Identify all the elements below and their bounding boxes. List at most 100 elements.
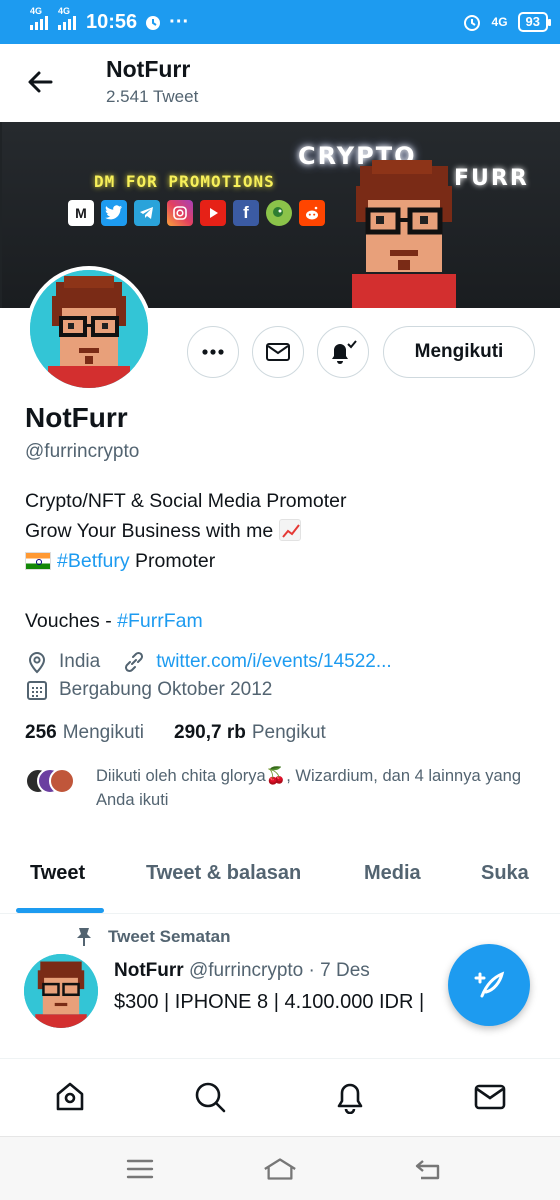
- compose-tweet-button[interactable]: [448, 944, 530, 1026]
- profile-stats: 256 Mengikuti 290,7 rb Pengikut: [25, 722, 326, 744]
- profile-handle: @furrincrypto: [25, 441, 140, 462]
- network-type-1: 4G: [30, 6, 43, 16]
- profile-header-bar: NotFurr 2.541 Tweet: [0, 44, 560, 122]
- tweet-avatar-image: [24, 954, 98, 1028]
- coinmarketcap-icon: M: [68, 200, 94, 226]
- banner-character-image: [352, 160, 456, 308]
- alarm-icon: [143, 12, 163, 32]
- tab-tweets-and-replies[interactable]: Tweet & balasan: [146, 862, 301, 885]
- following-label: Mengikuti: [62, 722, 145, 743]
- profile-bio: Crypto/NFT & Social Media Promoter Grow …: [25, 486, 347, 636]
- chart-increasing-emoji-icon: [279, 519, 302, 541]
- bio-line-4: Vouches - #FurrFam: [25, 606, 347, 636]
- system-home-button[interactable]: [262, 1153, 298, 1185]
- status-right: 4G 93: [462, 12, 552, 32]
- search-icon: [195, 1082, 226, 1113]
- signal-icon-1: 4G: [30, 6, 48, 30]
- instagram-icon: [167, 200, 193, 226]
- profile-website-link[interactable]: twitter.com/i/events/14522...: [156, 651, 392, 673]
- followers-label: Pengikut: [251, 722, 326, 743]
- messages-mail-icon: [474, 1084, 506, 1110]
- avatar-image: [30, 270, 148, 388]
- twitter-icon: [101, 200, 127, 226]
- mail-icon: [266, 343, 290, 361]
- youtube-icon: [200, 200, 226, 226]
- status-bar: 4G 4G 10:56 ··· 4G 93: [0, 0, 560, 44]
- nav-messages-button[interactable]: [470, 1077, 510, 1117]
- alarm-clock-icon: [462, 12, 482, 32]
- more-dots-icon: [202, 349, 224, 355]
- battery-level: 93: [517, 12, 552, 32]
- tweet-separator: ·: [308, 960, 315, 981]
- location-pin-icon: [25, 650, 49, 674]
- clock: 10:56: [86, 10, 138, 33]
- tweet-header: NotFurr @furrincrypto · 7 Des: [114, 960, 370, 982]
- nav-notifications-button[interactable]: [330, 1077, 370, 1117]
- nav-home-button[interactable]: [50, 1077, 90, 1117]
- followed-by-text: Diikuti oleh chita glorya🍒, Wizardium, d…: [96, 767, 521, 809]
- tweet-author-avatar[interactable]: [24, 954, 98, 1028]
- bio-line-2-text: Grow Your Business with me: [25, 520, 274, 542]
- system-navigation-bar: [0, 1136, 560, 1200]
- notifications-toggle-button[interactable]: [317, 326, 369, 378]
- home-icon: [56, 1082, 84, 1111]
- pinned-label-text: Tweet Sematan: [108, 927, 231, 946]
- banner-promo-text: DM FOR PROMOTIONS: [94, 172, 275, 191]
- tweet-text[interactable]: $300 | IPHONE 8 | 4.100.000 IDR |: [114, 991, 424, 1014]
- bio-line-3-text: Promoter: [129, 550, 216, 572]
- bio-line-4-text: Vouches -: [25, 610, 118, 632]
- profile-joined-date: Bergabung Oktober 2012: [59, 679, 273, 700]
- tab-media[interactable]: Media: [364, 862, 421, 885]
- calendar-icon: [25, 678, 49, 702]
- profile-joined-row: Bergabung Oktober 2012: [25, 678, 272, 702]
- bio-line-1: Crypto/NFT & Social Media Promoter: [25, 490, 347, 512]
- tweet-author-handle: @furrincrypto: [188, 960, 304, 981]
- tweet-date: 7 Des: [320, 960, 370, 981]
- tab-tweet[interactable]: Tweet: [30, 862, 85, 885]
- bottom-navigation: [0, 1058, 560, 1136]
- tab-likes[interactable]: Suka: [481, 862, 529, 885]
- home-outline-icon: [264, 1158, 296, 1180]
- banner-social-icons: M f: [68, 200, 325, 226]
- hashtag-furrfam-link[interactable]: #FurrFam: [117, 610, 203, 632]
- back-button[interactable]: [24, 66, 56, 98]
- profile-tabs: Tweet Tweet & balasan Media Suka: [0, 846, 560, 914]
- nav-search-button[interactable]: [190, 1077, 230, 1117]
- bio-line-2: Grow Your Business with me: [25, 516, 347, 546]
- telegram-icon: [134, 200, 160, 226]
- pinned-tweet-label: Tweet Sematan: [74, 926, 231, 948]
- bio-line-3: #Betfury Promoter: [25, 546, 347, 576]
- signal-icon-2: 4G: [58, 6, 76, 30]
- network-type-right: 4G: [491, 15, 508, 29]
- follower-avatar-3: [49, 768, 75, 794]
- parrot-icon: [266, 200, 292, 226]
- menu-icon: [126, 1159, 154, 1179]
- tweet-author-name[interactable]: NotFurr: [114, 960, 184, 981]
- message-button[interactable]: [252, 326, 304, 378]
- india-flag-icon: [25, 552, 51, 570]
- profile-name: NotFurr: [25, 402, 128, 433]
- link-icon: [122, 650, 146, 674]
- system-menu-button[interactable]: [122, 1153, 158, 1185]
- following-button[interactable]: Mengikuti: [383, 326, 535, 378]
- hashtag-betfury-link[interactable]: #Betfury: [57, 550, 130, 572]
- facebook-icon: f: [233, 200, 259, 226]
- more-options-button[interactable]: [187, 326, 239, 378]
- arrow-left-icon: [28, 71, 53, 93]
- back-icon: [415, 1160, 440, 1180]
- profile-location: India: [59, 651, 101, 672]
- header-tweet-count: 2.541 Tweet: [106, 87, 199, 106]
- compose-tweet-icon: [474, 971, 505, 998]
- status-left: 4G 4G 10:56 ···: [30, 6, 189, 34]
- followers-stat-link[interactable]: 290,7 rb Pengikut: [174, 722, 326, 744]
- system-back-button[interactable]: [410, 1153, 446, 1185]
- bio-blank-line: [25, 576, 347, 606]
- profile-avatar[interactable]: [26, 266, 152, 392]
- reddit-icon: [299, 200, 325, 226]
- notifications-bell-icon: [337, 1083, 363, 1114]
- following-stat-link[interactable]: 256 Mengikuti: [25, 722, 144, 744]
- network-type-2: 4G: [58, 6, 71, 16]
- active-tab-indicator: [16, 908, 104, 913]
- followers-count: 290,7 rb: [174, 722, 246, 743]
- header-title: NotFurr: [106, 56, 191, 82]
